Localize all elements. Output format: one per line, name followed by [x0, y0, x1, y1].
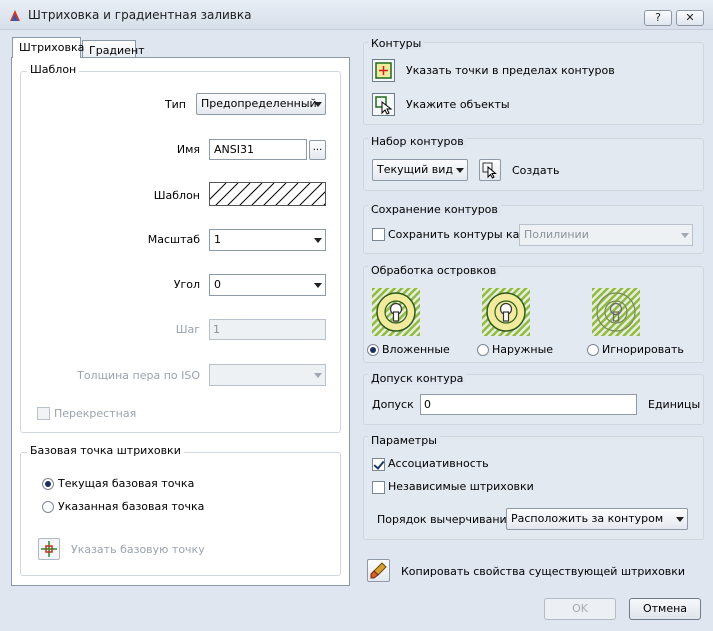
- close-button[interactable]: ✕: [676, 10, 704, 26]
- island-outer-label: Наружные: [492, 343, 554, 356]
- chevron-down-icon: [456, 168, 464, 173]
- name-label: Имя: [176, 143, 200, 156]
- chevron-down-icon: [314, 238, 322, 243]
- pattern-name-value: ANSI31: [214, 143, 254, 156]
- associative-checkbox[interactable]: [372, 458, 385, 471]
- swatch-label: Шаблон: [153, 189, 200, 202]
- pick-points-button[interactable]: [372, 59, 395, 82]
- island-detection-title: Обработка островков: [368, 264, 500, 277]
- boundary-set-combo[interactable]: Текущий вид: [372, 159, 468, 181]
- specified-origin-label: Указанная базовая точка: [58, 500, 205, 513]
- scale-combo[interactable]: 1: [209, 229, 326, 251]
- tab-gradient[interactable]: Градиент: [82, 40, 145, 58]
- new-boundary-set-button[interactable]: [479, 159, 501, 181]
- boundaries-group: Контуры: [363, 37, 704, 125]
- brush-icon: [370, 562, 387, 579]
- island-outer-icon[interactable]: [482, 288, 530, 336]
- hatch-origin-title: Базовая точка штриховки: [27, 444, 184, 457]
- retain-boundaries-label: Сохранить контуры как: [388, 228, 527, 241]
- inherit-properties-button[interactable]: [367, 559, 390, 582]
- boundary-set-title: Набор контуров: [368, 135, 467, 148]
- pattern-group-title: Шаблон: [27, 63, 80, 76]
- object-type-combo[interactable]: Полилинии: [519, 224, 693, 246]
- gap-tolerance-input[interactable]: 0: [420, 394, 637, 415]
- island-normal-radio[interactable]: [367, 344, 379, 356]
- chevron-down-icon: [314, 102, 322, 107]
- select-cursor-icon: [482, 162, 497, 179]
- angle-label: Угол: [173, 278, 200, 291]
- gap-units-label: Единицы: [648, 398, 701, 411]
- island-normal-icon[interactable]: [372, 288, 420, 336]
- draw-order-combo[interactable]: Расположить за контуром: [506, 508, 688, 530]
- chevron-down-icon: [314, 373, 322, 378]
- browse-pattern-button[interactable]: ...: [309, 140, 326, 160]
- type-value: Предопределенный: [201, 97, 317, 110]
- cancel-button[interactable]: Отмена: [629, 598, 701, 620]
- island-normal-label: Вложенные: [382, 343, 450, 356]
- island-ignore-icon[interactable]: [592, 288, 640, 336]
- boundaries-title: Контуры: [368, 37, 425, 50]
- tab-hatch[interactable]: Штриховка: [12, 37, 84, 58]
- current-origin-label: Текущая базовая точка: [58, 477, 195, 490]
- pick-points-label: Указать точки в пределах контуров: [406, 64, 615, 77]
- options-title: Параметры: [368, 434, 440, 447]
- gap-tolerance-label: Допуск: [372, 398, 414, 411]
- current-origin-radio[interactable]: [42, 478, 54, 490]
- iso-pen-width-label: Толщина пера по ISO: [77, 369, 200, 382]
- retain-boundaries-title: Сохранение контуров: [368, 203, 501, 216]
- island-outer-radio[interactable]: [477, 344, 489, 356]
- pattern-name-combo[interactable]: ANSI31: [209, 139, 307, 160]
- spacing-input[interactable]: 1: [209, 319, 326, 340]
- scale-label: Масштаб: [147, 233, 200, 246]
- hatch-swatch-graphic: [210, 183, 325, 205]
- pattern-swatch[interactable]: [209, 182, 326, 206]
- specified-origin-radio[interactable]: [42, 501, 54, 513]
- app-icon: [8, 9, 22, 23]
- hatch-origin-group: Базовая точка штриховки: [20, 444, 341, 576]
- select-objects-button[interactable]: [372, 93, 395, 116]
- window-title: Штриховка и градиентная заливка: [28, 8, 252, 22]
- draw-order-label: Порядок вычерчивания: [377, 513, 514, 526]
- chevron-down-icon: [681, 233, 689, 238]
- island-ignore-label: Игнорировать: [602, 343, 684, 356]
- gap-tolerance-title: Допуск контура: [368, 372, 467, 385]
- pick-points-icon: [375, 62, 392, 79]
- help-button[interactable]: ?: [644, 10, 672, 26]
- retain-boundaries-checkbox[interactable]: [372, 228, 385, 241]
- iso-pen-width-combo[interactable]: [209, 364, 326, 386]
- chevron-down-icon: [314, 283, 322, 288]
- pick-origin-label: Указать базовую точку: [71, 543, 205, 556]
- double-checkbox[interactable]: [37, 407, 50, 420]
- angle-combo[interactable]: 0: [209, 274, 326, 296]
- draw-order-value: Расположить за контуром: [511, 512, 664, 525]
- type-label: Тип: [164, 98, 186, 111]
- separate-hatches-checkbox[interactable]: [372, 481, 385, 494]
- ok-button[interactable]: OK: [544, 598, 616, 620]
- object-type-value: Полилинии: [524, 228, 589, 241]
- associative-label: Ассоциативность: [388, 457, 489, 470]
- inherit-properties-label: Копировать свойства существующей штрихов…: [401, 565, 686, 578]
- pick-origin-button[interactable]: [38, 538, 60, 560]
- separate-hatches-label: Независимые штриховки: [388, 480, 534, 493]
- select-objects-icon: [375, 96, 393, 115]
- chevron-down-icon: [676, 517, 684, 522]
- scale-value: 1: [214, 233, 221, 246]
- double-label: Перекрестная: [54, 407, 137, 420]
- select-objects-label: Укажите объекты: [406, 98, 510, 111]
- boundary-set-value: Текущий вид: [377, 163, 454, 176]
- island-ignore-radio[interactable]: [587, 344, 599, 356]
- type-combo[interactable]: Предопределенный: [196, 93, 326, 115]
- spacing-label: Шаг: [175, 323, 200, 336]
- crosshair-icon: [41, 541, 57, 557]
- angle-value: 0: [214, 278, 221, 291]
- new-boundary-set-label: Создать: [512, 164, 560, 177]
